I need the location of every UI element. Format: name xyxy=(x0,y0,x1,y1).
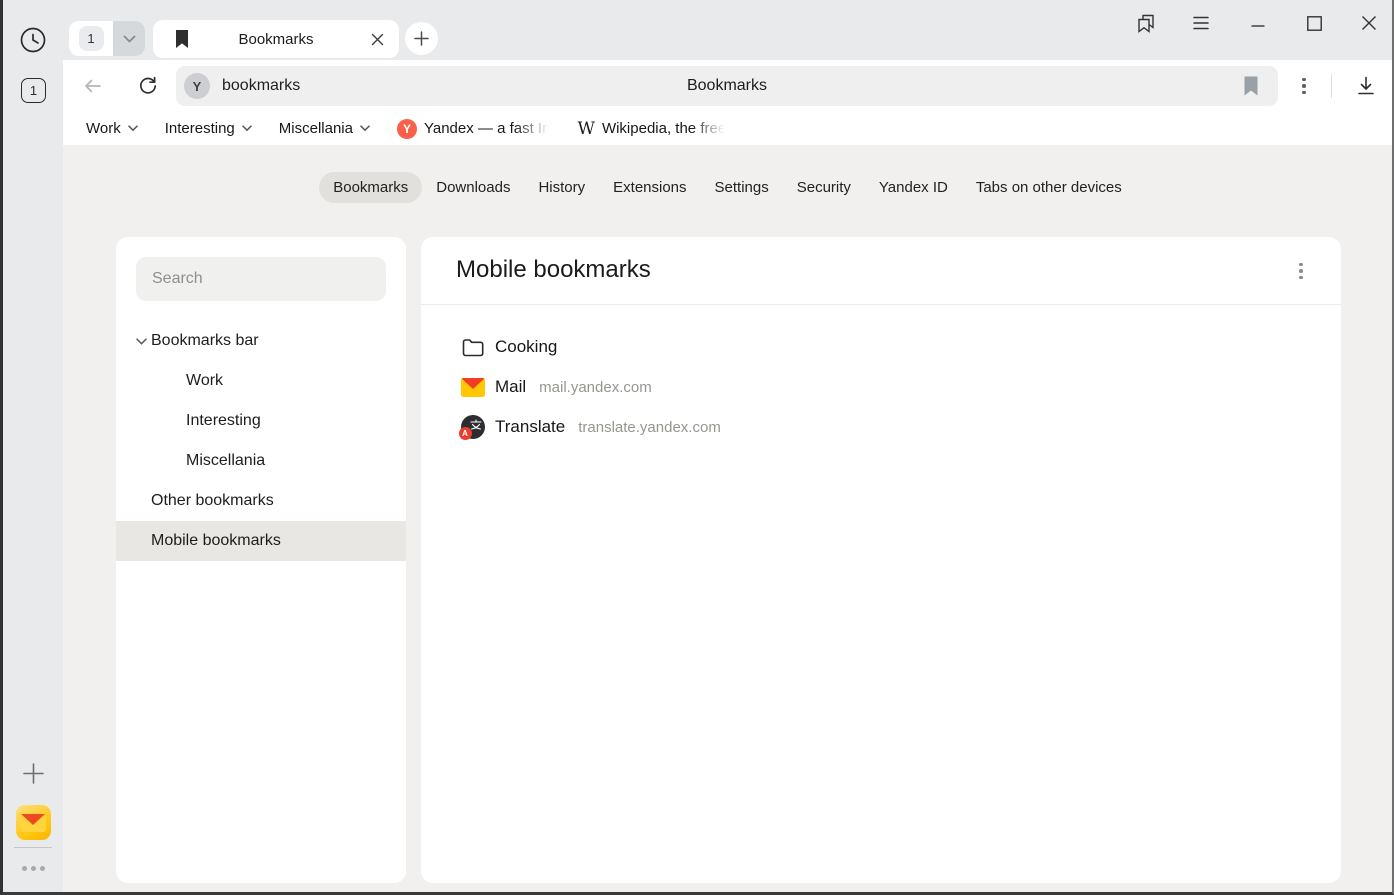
tab-group-count[interactable]: 1 xyxy=(69,21,113,56)
bookmarks-manager-page: Bookmarks Downloads History Extensions S… xyxy=(63,145,1392,892)
tree-item-mobile-bookmarks[interactable]: Mobile bookmarks xyxy=(116,521,406,561)
tree-label: Work xyxy=(186,372,223,390)
link-label: Wikipedia, the free xyxy=(602,120,726,137)
tree-label: Miscellania xyxy=(186,452,265,470)
folder-label: Miscellania xyxy=(279,120,353,137)
folder-icon xyxy=(460,335,485,360)
address-bar[interactable]: Y bookmarks Bookmarks xyxy=(176,66,1278,106)
yandex-mail-app-icon[interactable] xyxy=(16,805,51,840)
tree-label: Bookmarks bar xyxy=(151,332,259,350)
tab-extensions[interactable]: Extensions xyxy=(599,172,700,203)
manager-nav: Bookmarks Downloads History Extensions S… xyxy=(63,172,1392,203)
search-input[interactable] xyxy=(136,257,386,301)
bookmarks-bar-link-wikipedia[interactable]: W Wikipedia, the free xyxy=(577,119,726,139)
tab-count-badge: 1 xyxy=(79,26,104,51)
bookmark-label: Cooking xyxy=(495,337,557,357)
tree-item-interesting[interactable]: Interesting xyxy=(116,401,406,441)
close-tab-icon[interactable] xyxy=(367,29,387,49)
list-item-translate[interactable]: A Translate translate.yandex.com xyxy=(421,407,1341,447)
menu-icon[interactable] xyxy=(1187,9,1215,37)
side-panel-icon[interactable] xyxy=(1132,9,1160,37)
chevron-down-icon xyxy=(128,125,138,132)
tab-counter-badge[interactable]: 1 xyxy=(21,78,46,103)
tree-label: Interesting xyxy=(186,412,261,430)
tree-label: Other bookmarks xyxy=(151,492,274,510)
chevron-down-icon xyxy=(123,35,136,43)
rail-divider xyxy=(14,847,52,848)
list-item-cooking[interactable]: Cooking xyxy=(421,327,1341,367)
address-page-title: Bookmarks xyxy=(176,66,1278,106)
list-item-mail[interactable]: Mail mail.yandex.com xyxy=(421,367,1341,407)
browser-window: 1 1 Bookmarks xyxy=(0,0,1394,895)
maximize-icon[interactable] xyxy=(1300,9,1328,37)
tab-history[interactable]: History xyxy=(524,172,599,203)
toolbar-separator xyxy=(1331,74,1332,98)
tree-item-other-bookmarks[interactable]: Other bookmarks xyxy=(116,481,406,521)
bookmark-flag-icon[interactable] xyxy=(1242,75,1260,102)
folder-tree: Bookmarks bar Work Interesting Miscellan… xyxy=(116,321,406,561)
bookmark-url: translate.yandex.com xyxy=(578,419,721,436)
bookmark-label: Translate xyxy=(495,417,565,437)
bookmarks-sidebar: Bookmarks bar Work Interesting Miscellan… xyxy=(116,237,406,883)
toolbar: Y bookmarks Bookmarks xyxy=(63,60,1392,112)
bookmark-url: mail.yandex.com xyxy=(539,379,652,396)
toolbar-kebab-icon[interactable] xyxy=(1290,72,1318,100)
more-apps-icon[interactable] xyxy=(22,866,46,871)
tab-title: Bookmarks xyxy=(153,31,399,48)
tree-item-miscellania[interactable]: Miscellania xyxy=(116,441,406,481)
yandex-mail-icon xyxy=(460,375,485,400)
tab-security[interactable]: Security xyxy=(783,172,865,203)
wikipedia-favicon: W xyxy=(577,119,594,139)
tab-list-dropdown[interactable] xyxy=(113,21,145,56)
link-label: Yandex — a fast In xyxy=(424,120,550,137)
close-window-icon[interactable] xyxy=(1355,9,1383,37)
bookmarks-bar-folder-interesting[interactable]: Interesting xyxy=(165,120,252,137)
bookmarks-bar-folder-work[interactable]: Work xyxy=(86,120,138,137)
bookmarks-main-panel: Mobile bookmarks Cooking Mai xyxy=(421,237,1341,883)
tab-count: 1 xyxy=(30,83,37,98)
folder-label: Interesting xyxy=(165,120,235,137)
reload-icon[interactable] xyxy=(134,72,162,100)
downloads-icon[interactable] xyxy=(1352,72,1380,100)
bookmark-label: Mail xyxy=(495,377,526,397)
active-tab[interactable]: Bookmarks xyxy=(153,20,399,58)
add-panel-icon[interactable] xyxy=(21,761,46,786)
back-icon[interactable] xyxy=(79,72,107,100)
bookmarks-bar-folder-miscellania[interactable]: Miscellania xyxy=(279,120,370,137)
main-header: Mobile bookmarks xyxy=(421,237,1341,304)
yandex-favicon: Y xyxy=(397,119,417,139)
chevron-down-icon[interactable] xyxy=(116,338,151,345)
tab-yandex-id[interactable]: Yandex ID xyxy=(865,172,962,203)
yandex-translate-icon: A xyxy=(460,415,485,440)
bookmarks-bar: Work Interesting Miscellania Y Yandex — … xyxy=(63,112,1392,145)
tree-label: Mobile bookmarks xyxy=(151,532,281,550)
tab-strip: 1 Bookmarks xyxy=(63,0,1392,60)
tree-item-bookmarks-bar[interactable]: Bookmarks bar xyxy=(116,321,406,361)
tab-bookmarks[interactable]: Bookmarks xyxy=(319,172,422,203)
tab-downloads[interactable]: Downloads xyxy=(422,172,524,203)
tab-other-devices[interactable]: Tabs on other devices xyxy=(962,172,1136,203)
folder-kebab-icon[interactable] xyxy=(1289,259,1313,283)
side-rail: 1 xyxy=(3,0,63,892)
tree-item-work[interactable]: Work xyxy=(116,361,406,401)
minimize-icon[interactable] xyxy=(1244,9,1272,37)
page-title: Mobile bookmarks xyxy=(456,256,651,284)
translate-badge: A xyxy=(459,427,472,440)
new-tab-button[interactable] xyxy=(405,22,438,55)
bookmarks-bar-link-yandex[interactable]: Y Yandex — a fast In xyxy=(397,119,550,139)
folder-label: Work xyxy=(86,120,121,137)
chevron-down-icon xyxy=(360,125,370,132)
chevron-down-icon xyxy=(242,125,252,132)
bookmark-list: Cooking Mail mail.yandex.com A xyxy=(421,305,1341,447)
tab-settings[interactable]: Settings xyxy=(701,172,783,203)
history-clock-icon[interactable] xyxy=(19,26,47,54)
tab-group-control[interactable]: 1 xyxy=(69,21,145,56)
